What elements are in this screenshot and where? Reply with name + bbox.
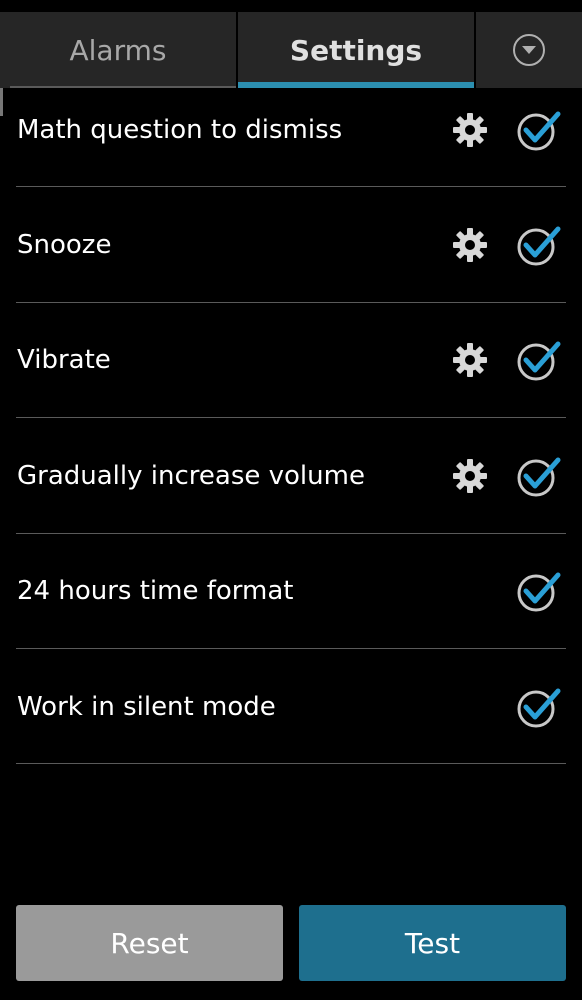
settings-row[interactable]: Gradually increase volume	[0, 418, 582, 534]
setting-label: Math question to dismiss	[17, 114, 343, 145]
settings-row[interactable]: Vibrate	[0, 303, 582, 419]
test-button[interactable]: Test	[299, 905, 566, 981]
settings-row[interactable]: Math question to dismiss	[0, 72, 582, 188]
row-divider	[16, 763, 566, 765]
check-circle-icon[interactable]	[514, 108, 562, 152]
setting-label: Snooze	[17, 230, 112, 261]
check-circle-icon[interactable]	[514, 454, 562, 498]
check-circle-icon[interactable]	[514, 338, 562, 382]
setting-label: 24 hours time format	[17, 576, 294, 607]
status-strip	[0, 0, 582, 12]
gear-icon[interactable]	[452, 342, 488, 378]
tab-alarms-label: Alarms	[69, 33, 167, 67]
setting-label: Vibrate	[17, 345, 111, 376]
check-circle-icon[interactable]	[514, 685, 562, 729]
dropdown-circle-icon	[513, 34, 545, 66]
tab-settings-label: Settings	[289, 33, 423, 67]
settings-row[interactable]: 24 hours time format	[0, 534, 582, 649]
check-circle-icon[interactable]	[514, 569, 562, 613]
settings-list: Math question to dismiss Snooze Vibrate Gra…	[0, 72, 582, 765]
reset-button[interactable]: Reset	[16, 905, 283, 981]
setting-label: Gradually increase volume	[17, 460, 365, 491]
setting-label: Work in silent mode	[17, 691, 276, 722]
gear-icon[interactable]	[452, 458, 488, 494]
gear-icon[interactable]	[452, 112, 488, 148]
gear-icon[interactable]	[452, 227, 488, 263]
settings-row[interactable]: Work in silent mode	[0, 649, 582, 765]
settings-row[interactable]: Snooze	[0, 187, 582, 303]
check-circle-icon[interactable]	[514, 223, 562, 267]
